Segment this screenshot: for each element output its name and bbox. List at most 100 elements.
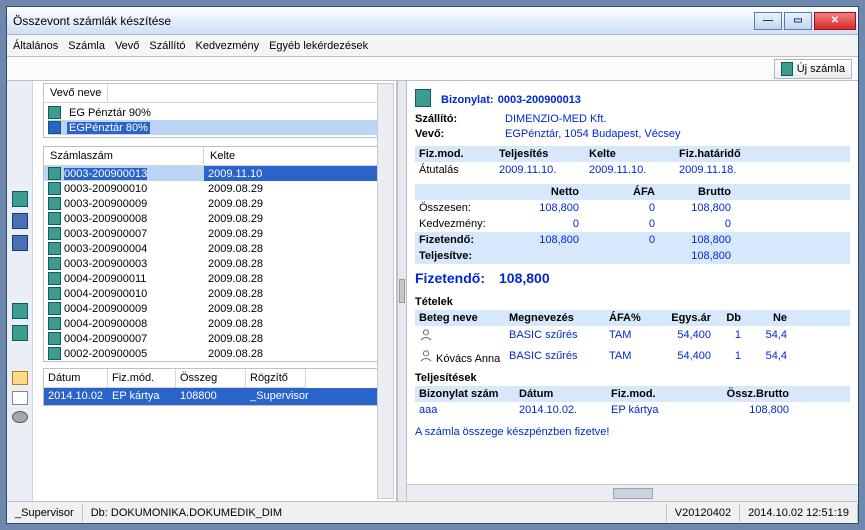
center-column: Vevő neve EG Pénztár 90%EGPénztár 80% Sz… (33, 81, 397, 501)
document-icon (48, 347, 61, 360)
document-icon (415, 89, 431, 107)
maximize-button[interactable]: ▭ (784, 12, 812, 30)
person-icon (419, 329, 433, 341)
payable-row: Fizetendő: 108,800 (415, 264, 850, 292)
toolbar: Új számla (7, 57, 858, 81)
col-amount: Összeg (176, 369, 246, 388)
document-icon (48, 182, 61, 195)
vendor-row[interactable]: EGPénztár 80% (48, 120, 389, 135)
buyer-label: Vevő: (415, 128, 505, 140)
invoice-row-date[interactable]: 2009.11.10 (204, 166, 393, 181)
item-row: BASIC szűrésTAM54,400154,4 (415, 326, 850, 347)
invoice-row-date[interactable]: 2009.08.29 (204, 196, 393, 211)
menubar: Általános Számla Vevő Szállító Kedvezmén… (7, 35, 858, 57)
vendor-row[interactable]: EG Pénztár 90% (48, 105, 389, 120)
col-date: Dátum (44, 369, 108, 388)
detail-pane: Bizonylat: 0003-200900013 Szállító: DIME… (407, 81, 858, 501)
document-icon (48, 317, 61, 330)
invoice-row-date[interactable]: 2009.08.28 (204, 256, 393, 271)
document-icon (48, 167, 61, 180)
document-icon (781, 62, 793, 76)
minimize-button[interactable]: — (754, 12, 782, 30)
vendor-name: EG Pénztár 90% (67, 107, 153, 119)
vendor-name: EGPénztár 80% (67, 122, 150, 134)
doc-icon[interactable] (12, 191, 28, 207)
menu-item[interactable]: Kedvezmény (196, 40, 260, 52)
printer-icon[interactable] (12, 235, 28, 251)
invoice-list-panel: SzámlaszámKelte0003-2009000132009.11.100… (43, 146, 394, 362)
invoice-row-date[interactable]: 2009.08.28 (204, 286, 393, 301)
menu-item[interactable]: Egyéb lekérdezések (269, 40, 368, 52)
payment-row: Átutalás2009.11.10.2009.11.10.2009.11.18… (415, 162, 850, 178)
document-icon (48, 227, 61, 240)
invoice-row-date[interactable]: 2009.08.28 (204, 316, 393, 331)
document-icon (48, 272, 61, 285)
invoice-row-num[interactable]: 0003-200900010 (44, 181, 204, 196)
invoice-row-num[interactable]: 0003-200900009 (44, 196, 204, 211)
summary-row[interactable]: 2014.10.02 EP kártya 108800 _Supervisor (44, 388, 393, 405)
invoice-row-date[interactable]: 2009.08.28 (204, 271, 393, 286)
menu-item[interactable]: Számla (68, 40, 105, 52)
items-header-row: Beteg neveMegnevezésÁFA%Egys.árDbNe (415, 310, 850, 326)
invoice-row-num[interactable]: 0003-200900008 (44, 211, 204, 226)
window-title: Összevont számlák készítése (13, 14, 754, 28)
document-icon (48, 212, 61, 225)
invoice-row-num[interactable]: 0004-200900008 (44, 316, 204, 331)
invoice-row-date[interactable]: 2009.08.28 (204, 346, 393, 361)
document-icon (48, 106, 61, 119)
items-heading: Tételek (415, 292, 850, 310)
menu-item[interactable]: Általános (13, 40, 58, 52)
invoice-row-date[interactable]: 2009.08.28 (204, 331, 393, 346)
invoice-row-num[interactable]: 0004-200900009 (44, 301, 204, 316)
invoice-row-num[interactable]: 0003-200900003 (44, 256, 204, 271)
list-icon[interactable] (12, 213, 28, 229)
folder-icon[interactable] (12, 371, 28, 385)
supplier-label: Szállító: (415, 113, 505, 125)
sum-row: Összesen:108,8000108,800 (415, 200, 850, 216)
invoice-row-date[interactable]: 2009.08.29 (204, 226, 393, 241)
statusbar: _Supervisor Db: DOKUMONIKA.DOKUMEDIK_DIM… (7, 501, 858, 523)
document-icon (48, 257, 61, 270)
payment-header-row: Fiz.mod.TeljesítésKelteFiz.határidő (415, 146, 850, 162)
buyer-value: EGPénztár, 1054 Budapest, Vécsey (505, 128, 850, 140)
new-invoice-button[interactable]: Új számla (774, 59, 852, 79)
menu-item[interactable]: Szállító (149, 40, 185, 52)
invoice-row-num[interactable]: 0004-200900007 (44, 331, 204, 346)
doc-icon[interactable] (12, 303, 28, 319)
payment-note: A számla összege készpénzben fizetve! (415, 418, 850, 446)
document-icon (48, 242, 61, 255)
document-icon (48, 332, 61, 345)
invoice-row-num[interactable]: 0003-200900013 (44, 166, 204, 181)
invoice-row-num[interactable]: 0003-200900007 (44, 226, 204, 241)
vendor-panel: Vevő neve EG Pénztár 90%EGPénztár 80% (43, 83, 394, 138)
supplier-value: DIMENZIO-MED Kft. (505, 113, 850, 125)
invoice-row-date[interactable]: 2009.08.28 (204, 241, 393, 256)
invoice-row-date[interactable]: 2009.08.29 (204, 211, 393, 226)
invoice-row-num[interactable]: 0002-200900005 (44, 346, 204, 361)
doc-icon[interactable] (12, 325, 28, 341)
horizontal-scrollbar[interactable] (407, 484, 858, 501)
invoice-row-date[interactable]: 2009.08.29 (204, 181, 393, 196)
left-icon-bar (7, 81, 33, 501)
perf-heading: Teljesítések (415, 368, 850, 386)
invoice-row-num[interactable]: 0004-200900011 (44, 271, 204, 286)
menu-item[interactable]: Vevő (115, 40, 139, 52)
splitter-handle[interactable] (397, 81, 407, 501)
page-icon[interactable] (12, 391, 28, 405)
document-icon (48, 287, 61, 300)
vertical-scrollbar[interactable] (377, 83, 394, 499)
invoice-row-num[interactable]: 0004-200900010 (44, 286, 204, 301)
document-icon (48, 197, 61, 210)
new-invoice-label: Új számla (797, 63, 845, 75)
summary-panel: Dátum Fiz.mód. Összeg Rögzítő 2014.10.02… (43, 368, 394, 406)
invoice-row-num[interactable]: 0003-200900004 (44, 241, 204, 256)
close-button[interactable]: ✕ (814, 12, 856, 30)
invoice-row-date[interactable]: 2009.08.28 (204, 301, 393, 316)
sum-row: Teljesítve:108,800 (415, 248, 850, 264)
globe-icon[interactable] (12, 411, 28, 423)
titlebar[interactable]: Összevont számlák készítése — ▭ ✕ (7, 7, 858, 35)
content: Vevő neve EG Pénztár 90%EGPénztár 80% Sz… (7, 81, 858, 501)
item-row: Kóvács AnnaBASIC szűrésTAM54,400154,4 (415, 347, 850, 368)
col-invoice-date: Kelte (204, 147, 393, 166)
person-icon (419, 350, 433, 362)
